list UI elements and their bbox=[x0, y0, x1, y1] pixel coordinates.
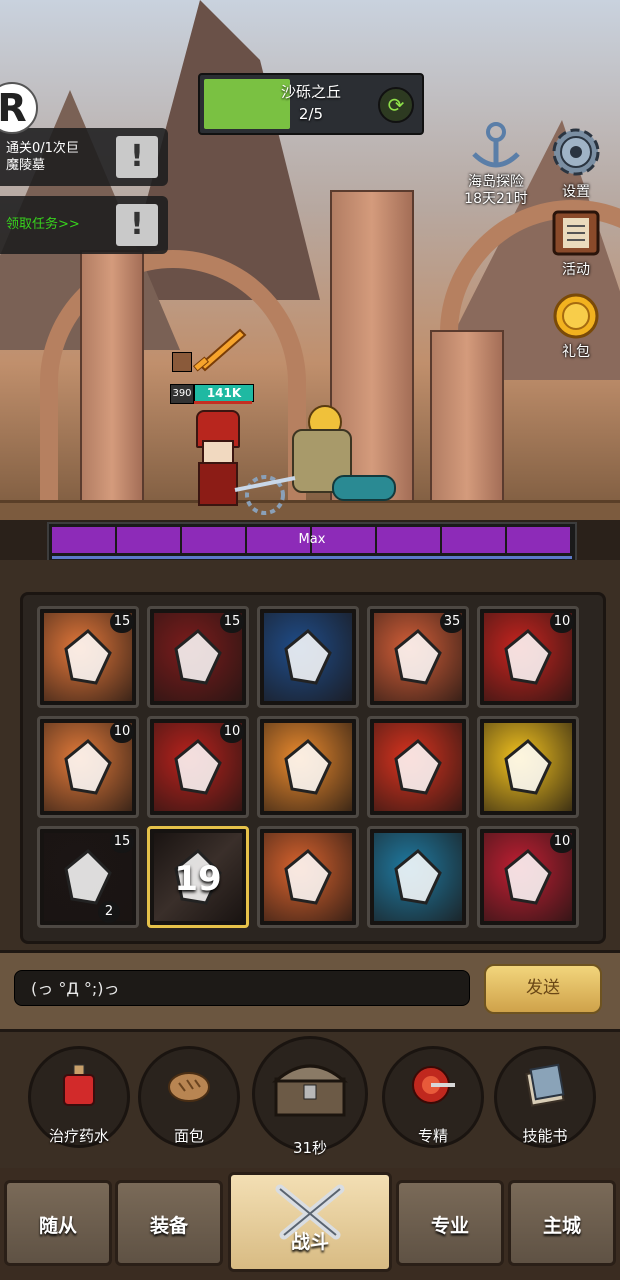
stage-indicator: 沙砾之丘 2/5 ⟳ bbox=[198, 73, 424, 135]
gold-coin-icon bbox=[553, 293, 599, 339]
skill-count-badge: 35 bbox=[440, 611, 464, 633]
chest-timer: 31秒 bbox=[292, 1139, 328, 1157]
island-explore-label: 海岛探险 bbox=[468, 174, 524, 190]
refresh-icon[interactable]: ⟳ bbox=[378, 87, 414, 123]
exclamation-icon[interactable]: ! bbox=[116, 204, 158, 246]
skill-slot[interactable]: 19 bbox=[147, 826, 249, 928]
heal-potion-label: 治疗药水 bbox=[48, 1127, 109, 1145]
skill-count-badge: 10 bbox=[550, 611, 574, 633]
quest-claim-link[interactable]: 领取任务>> bbox=[6, 216, 80, 233]
demon-mask-skill-icon bbox=[374, 723, 462, 811]
settings-button[interactable]: 设置 bbox=[540, 124, 612, 201]
quest-text: 通关0/1次巨 魔陵墓 bbox=[6, 141, 79, 173]
chat-input[interactable]: (っ °Д °;)っ bbox=[14, 970, 470, 1006]
skill-slot[interactable]: 15 bbox=[147, 606, 249, 708]
skill-slot[interactable] bbox=[257, 826, 359, 928]
skill-slot[interactable]: 10 bbox=[477, 826, 579, 928]
quest-panel[interactable]: 通关0/1次巨 魔陵墓 ! bbox=[0, 128, 168, 186]
nav-tab-main-city[interactable]: 主城 bbox=[508, 1180, 616, 1266]
skill-count-badge: 15 bbox=[110, 611, 134, 633]
skill-slot[interactable] bbox=[367, 716, 469, 818]
skill-count-badge: 15 bbox=[110, 831, 134, 853]
gear-icon bbox=[552, 128, 600, 176]
nav-tab-followers[interactable]: 随从 bbox=[4, 1180, 112, 1266]
nav-tab-equipment[interactable]: 装备 bbox=[115, 1180, 223, 1266]
boss-progress-bar: Max bbox=[47, 522, 577, 562]
boss-bar-underline bbox=[52, 556, 572, 559]
player-level: 390 bbox=[170, 384, 194, 404]
skill-slot[interactable] bbox=[367, 826, 469, 928]
bread-button[interactable]: 面包 bbox=[138, 1046, 240, 1148]
treasure-chest-icon bbox=[270, 1055, 350, 1119]
heal-potion-button[interactable]: 治疗药水 bbox=[28, 1046, 130, 1148]
nav-tab-battle[interactable]: 战斗 bbox=[228, 1172, 392, 1272]
gift-pack-label: 礼包 bbox=[562, 344, 590, 360]
bread-label: 面包 bbox=[173, 1127, 204, 1145]
hp-bar bbox=[194, 401, 252, 404]
skill-slot[interactable] bbox=[257, 716, 359, 818]
skill-slot[interactable] bbox=[477, 716, 579, 818]
treasure-chest-button[interactable]: 31秒 bbox=[252, 1036, 368, 1157]
boss-bar-label: Max bbox=[298, 532, 326, 547]
skill-slot[interactable]: 15 bbox=[37, 606, 139, 708]
weapon-slash-effect bbox=[234, 475, 296, 515]
events-button[interactable]: 活动 bbox=[540, 208, 612, 279]
gift-pack-button[interactable]: 礼包 bbox=[540, 292, 612, 361]
island-explore-button[interactable]: 海岛探险 18天21时 bbox=[452, 120, 540, 208]
anchor-icon bbox=[472, 122, 520, 168]
shield-skill-icon bbox=[264, 723, 352, 811]
nav-tab-battle-label: 战斗 bbox=[290, 1231, 329, 1253]
trident-skill-icon bbox=[484, 723, 572, 811]
skill-slot[interactable]: 10 bbox=[147, 716, 249, 818]
island-explore-timer: 18天21时 bbox=[464, 191, 528, 207]
scroll-icon bbox=[552, 210, 600, 256]
skill-slot[interactable]: 10 bbox=[477, 606, 579, 708]
mastery-label: 专精 bbox=[417, 1127, 448, 1145]
send-button[interactable]: 发送 bbox=[484, 964, 602, 1014]
bread-icon bbox=[167, 1063, 211, 1107]
settings-label: 设置 bbox=[562, 184, 590, 200]
target-icon bbox=[411, 1063, 455, 1107]
exclamation-icon[interactable]: ! bbox=[116, 136, 158, 178]
skill-book-icon bbox=[523, 1063, 567, 1107]
skill-slot[interactable]: 35 bbox=[367, 606, 469, 708]
skill-slot[interactable]: 10 bbox=[37, 716, 139, 818]
ruin-pillar bbox=[430, 330, 504, 504]
quest-panel[interactable]: 领取任务>> ! bbox=[0, 196, 168, 254]
player-hp-value: 141K bbox=[194, 384, 254, 402]
lightning-axe-skill-icon bbox=[264, 613, 352, 701]
skill-count-badge: 10 bbox=[220, 721, 244, 743]
events-label: 活动 bbox=[562, 262, 590, 278]
buff-icon bbox=[172, 352, 192, 372]
skill-book-label: 技能书 bbox=[522, 1127, 568, 1145]
sword-buff-icon bbox=[193, 328, 247, 372]
skill-slot[interactable]: 15 2 bbox=[37, 826, 139, 928]
skill-count-badge: 10 bbox=[110, 721, 134, 743]
skill-book-button[interactable]: 技能书 bbox=[494, 1046, 596, 1148]
ruin-pillar bbox=[80, 250, 144, 504]
skill-stack-badge: 2 bbox=[98, 901, 120, 923]
nav-tab-profession[interactable]: 专业 bbox=[396, 1180, 504, 1266]
banner-skill-icon bbox=[374, 833, 462, 921]
skill-slot[interactable] bbox=[257, 606, 359, 708]
hood-skill-icon bbox=[264, 833, 352, 921]
potion-icon bbox=[57, 1063, 101, 1107]
skill-count-badge: 15 bbox=[220, 611, 244, 633]
skill-cooldown: 19 bbox=[174, 859, 222, 899]
mastery-button[interactable]: 专精 bbox=[382, 1046, 484, 1148]
skill-count-badge: 10 bbox=[550, 831, 574, 853]
